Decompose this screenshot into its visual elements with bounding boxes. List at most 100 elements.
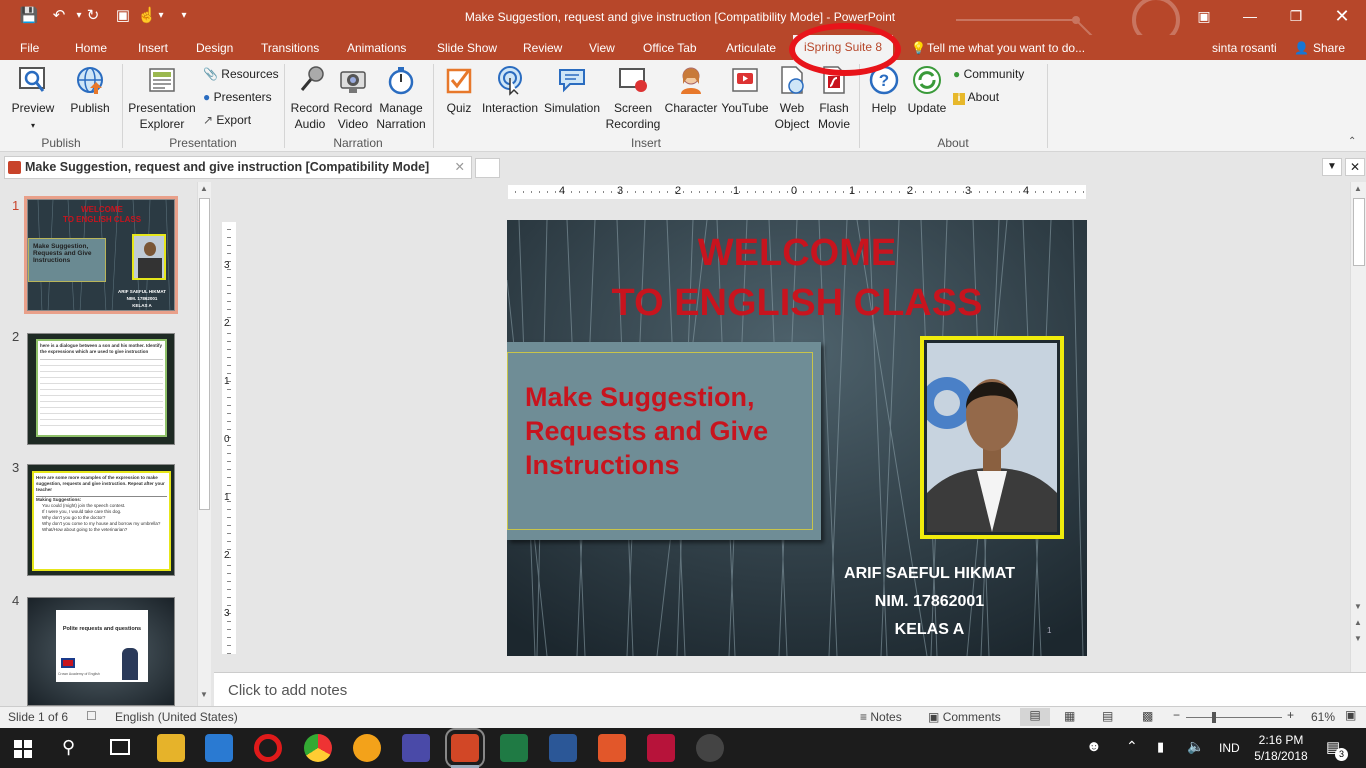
youtube-button[interactable]: YouTube [719, 62, 771, 116]
scroll-up-icon[interactable]: ▲ [1354, 184, 1362, 193]
tab-slideshow[interactable]: Slide Show [437, 39, 497, 57]
uc-browser-icon[interactable] [353, 734, 381, 762]
tab-file[interactable]: File [20, 39, 39, 57]
tab-view[interactable]: View [589, 39, 615, 57]
record-audio-button[interactable]: Record Audio [289, 62, 331, 132]
user-name[interactable]: sinta rosanti [1212, 39, 1277, 57]
close-all-tabs-icon[interactable]: ✕ [1345, 158, 1365, 176]
interaction-button[interactable]: Interaction [481, 62, 539, 116]
slideshow-view-icon[interactable]: ▩ [1142, 709, 1153, 723]
previous-slide-icon[interactable]: ▲ [1354, 618, 1362, 627]
update-button[interactable]: Update [905, 62, 949, 116]
scroll-down-icon[interactable]: ▼ [200, 690, 208, 699]
excel-icon[interactable] [500, 734, 528, 762]
volume-icon[interactable]: 🔈 [1187, 738, 1204, 755]
simulation-button[interactable]: Simulation [541, 62, 603, 116]
next-slide-icon[interactable]: ▼ [1354, 634, 1362, 643]
manage-narration-button[interactable]: Manage Narration [375, 62, 427, 132]
close-doc-tab-icon[interactable]: ✕ [455, 157, 465, 178]
slide-thumbnail-3[interactable]: Here are some more examples of the expre… [27, 464, 175, 576]
tell-me-search[interactable]: Tell me what you want to do... [927, 39, 1085, 57]
screen-recording-button[interactable]: Screen Recording [603, 62, 663, 132]
subtitle-box[interactable]: Make Suggestion, Requests and Give Instr… [507, 342, 821, 540]
slide-thumbnail-2[interactable]: here is a dialogue between a son and his… [27, 333, 175, 445]
file-explorer-icon[interactable] [157, 734, 185, 762]
task-view-icon[interactable] [110, 739, 130, 755]
save-icon[interactable]: 💾 [18, 6, 40, 26]
new-tab-button[interactable] [475, 158, 500, 178]
about-button[interactable]: i About [953, 89, 999, 105]
minimize-button[interactable]: — [1230, 5, 1270, 27]
scroll-thumb[interactable] [199, 198, 210, 510]
customize-qat-icon[interactable]: ▾ [173, 6, 195, 26]
windows-start-icon[interactable] [14, 740, 32, 758]
tab-home[interactable]: Home [75, 39, 107, 57]
opera-icon[interactable] [254, 734, 282, 762]
spellcheck-icon[interactable]: ☐ [86, 709, 97, 723]
zoom-slider-thumb[interactable] [1212, 712, 1216, 723]
tab-list-dropdown-icon[interactable]: ▼ [1322, 158, 1342, 176]
store-icon[interactable] [205, 734, 233, 762]
community-button[interactable]: ● Community [953, 66, 1024, 82]
powerpoint-taskbar-icon[interactable] [445, 728, 485, 768]
presenter-app-icon[interactable] [598, 734, 626, 762]
touch-dropdown-icon[interactable]: ▾ [150, 6, 172, 26]
editor-scrollbar[interactable]: ▲ ▼ ▲ ▼ [1350, 182, 1366, 672]
notes-pane[interactable]: Click to add notes [214, 672, 1366, 706]
thumbnail-scrollbar[interactable]: ▲ ▼ [197, 182, 211, 706]
quiz-button[interactable]: Quiz [439, 62, 479, 116]
collapse-ribbon-icon[interactable]: ⌃ [1348, 136, 1356, 147]
publish-button[interactable]: Publish [66, 62, 114, 116]
normal-view-icon[interactable]: ▤ [1020, 708, 1050, 726]
author-info[interactable]: ARIF SAEFUL HIKMAT NIM. 17862001 KELAS A [787, 560, 1072, 644]
slideshow-start-icon[interactable]: ▣ [112, 6, 134, 26]
tray-chevron-icon[interactable]: ⌃ [1126, 738, 1138, 755]
tab-articulate[interactable]: Articulate [726, 39, 776, 57]
scroll-thumb[interactable] [1353, 198, 1365, 266]
tab-office-tab[interactable]: Office Tab [643, 39, 697, 57]
ribbon-display-icon[interactable]: ▣ [1184, 5, 1224, 27]
recorder-app-icon[interactable] [696, 734, 724, 762]
zoom-level[interactable]: 61% [1311, 710, 1335, 724]
current-slide[interactable]: WELCOME TO ENGLISH CLASS Make Suggestion… [507, 220, 1087, 656]
slide-thumbnail-1[interactable]: WELCOME TO ENGLISH CLASS Make Suggestion,… [24, 196, 178, 314]
tab-insert[interactable]: Insert [138, 39, 168, 57]
language-status[interactable]: English (United States) [115, 710, 238, 724]
visio-icon[interactable] [402, 734, 430, 762]
slide-thumbnail-4[interactable]: Polite requests and questions Crown Acad… [27, 597, 175, 706]
character-button[interactable]: Character [663, 62, 719, 116]
search-icon[interactable]: ⚲ [62, 737, 75, 758]
author-photo[interactable] [920, 336, 1064, 539]
input-language[interactable]: IND [1219, 741, 1240, 755]
resources-button[interactable]: 📎 Resources [203, 66, 279, 82]
maximize-button[interactable]: ❐ [1276, 5, 1316, 27]
fit-to-window-icon[interactable]: ▣ [1345, 708, 1356, 722]
reading-view-icon[interactable]: ▤ [1102, 709, 1113, 723]
notes-toggle[interactable]: ≡ Notes [860, 710, 902, 724]
web-object-button[interactable]: Web Object [773, 62, 811, 132]
undo-icon[interactable]: ↶ [48, 6, 70, 26]
zoom-out-icon[interactable]: − [1173, 708, 1180, 722]
ispring-app-icon[interactable] [647, 734, 675, 762]
zoom-in-icon[interactable]: + [1287, 708, 1294, 722]
zoom-slider[interactable] [1186, 712, 1282, 723]
slide-title[interactable]: WELCOME TO ENGLISH CLASS [507, 228, 1087, 328]
tab-design[interactable]: Design [196, 39, 233, 57]
scroll-up-icon[interactable]: ▲ [200, 184, 208, 193]
scroll-down-icon[interactable]: ▼ [1354, 602, 1362, 611]
share-icon[interactable]: 👤 [1294, 39, 1309, 57]
chrome-icon[interactable] [304, 734, 332, 762]
people-icon[interactable]: ☻ [1086, 738, 1102, 755]
close-button[interactable]: ✕ [1322, 5, 1362, 27]
presentation-explorer-button[interactable]: Presentation Explorer [128, 62, 196, 132]
slide-sorter-icon[interactable]: ▦ [1064, 709, 1075, 723]
redo-icon[interactable]: ↻ [82, 6, 104, 26]
presenters-button[interactable]: ● Presenters [203, 89, 272, 105]
tab-review[interactable]: Review [523, 39, 562, 57]
record-video-button[interactable]: Record Video [332, 62, 374, 132]
battery-icon[interactable]: ▮ [1157, 739, 1164, 755]
word-icon[interactable] [549, 734, 577, 762]
clock[interactable]: 2:16 PM 5/18/2018 [1252, 732, 1310, 764]
comments-toggle[interactable]: ▣ Comments [928, 710, 1001, 724]
export-button[interactable]: ↗ Export [203, 112, 251, 128]
